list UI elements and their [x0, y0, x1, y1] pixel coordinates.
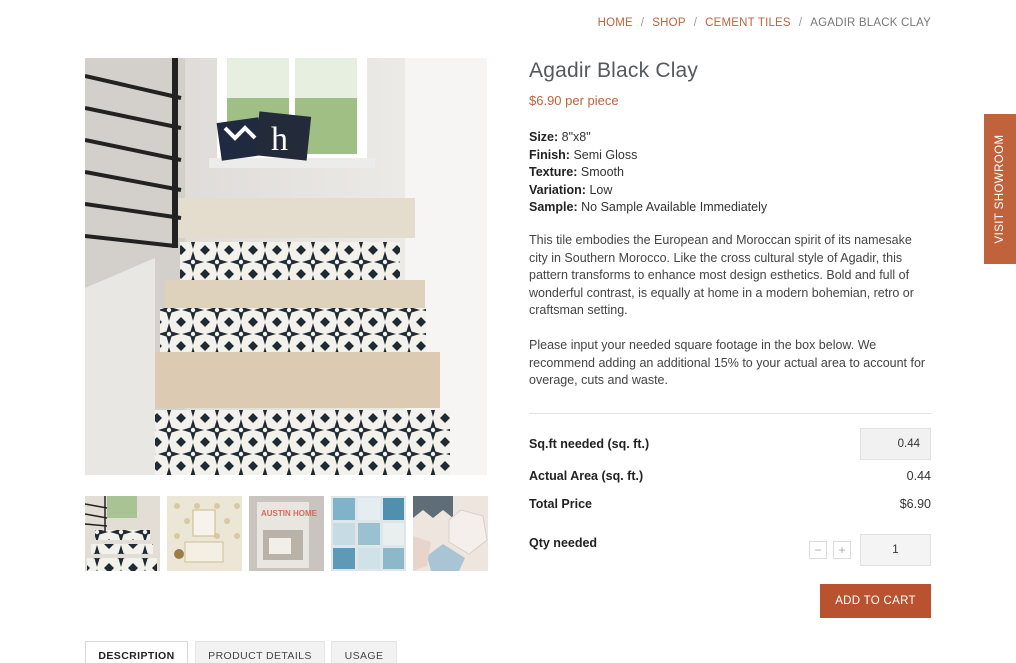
qty-increment-button[interactable]: + [833, 541, 851, 559]
thumbnail-tile-samples[interactable] [331, 496, 406, 571]
spec-variation: Variation: Low [529, 182, 613, 197]
staircase-illustration: h [85, 58, 487, 475]
spec-finish: Finish: Semi Gloss [529, 147, 638, 162]
tab-usage[interactable]: USAGE [331, 641, 397, 663]
thumbnail-hex-tiles[interactable] [413, 496, 488, 571]
thumbnail-magazine[interactable]: AUSTIN HOME [249, 496, 324, 571]
breadcrumb-shop[interactable]: SHOP [652, 17, 685, 29]
spec-size: Size: 8"x8" [529, 130, 591, 144]
thumbnail-bathroom[interactable] [167, 496, 242, 571]
divider [529, 413, 931, 414]
breadcrumb-cement-tiles[interactable]: CEMENT TILES [705, 17, 791, 29]
spec-sample: Sample: No Sample Available Immediately [529, 200, 768, 215]
visit-showroom-label: VISIT SHOWROOM [994, 134, 1006, 244]
product-main-image[interactable]: h [85, 58, 487, 475]
spec-texture: Texture: Smooth [529, 165, 624, 180]
qty-input[interactable]: 1 [860, 534, 931, 566]
actual-area-label: Actual Area (sq. ft.) [529, 469, 644, 483]
product-specs: Size: 8"x8" Finish: Semi Gloss Texture: … [529, 129, 931, 217]
product-info: Agadir Black Clay $6.90 per piece Size: … [529, 58, 931, 390]
breadcrumb-current: AGADIR BLACK CLAY [810, 17, 931, 29]
actual-area-value: 0.44 [906, 469, 931, 483]
total-price-label: Total Price [529, 497, 592, 511]
sqft-label: Sq.ft needed (sq. ft.) [529, 437, 650, 451]
thumbnail-staircase[interactable] [85, 496, 160, 571]
sqft-input[interactable]: 0.44 [860, 428, 931, 460]
product-price: $6.90 per piece [529, 93, 619, 108]
qty-decrement-button[interactable]: − [809, 541, 827, 559]
tab-description[interactable]: DESCRIPTION [85, 641, 188, 663]
sqft-instructions: Please input your needed square footage … [529, 337, 926, 388]
thumbnail-strip: AUSTIN HOME [85, 496, 488, 571]
total-price-value: $6.90 [899, 497, 931, 511]
product-description: This tile embodies the European and Moro… [529, 232, 914, 318]
product-title: Agadir Black Clay [529, 59, 699, 82]
svg-text:AUSTIN HOME: AUSTIN HOME [261, 509, 318, 518]
breadcrumb-home[interactable]: HOME [598, 17, 633, 29]
tab-product-details[interactable]: PRODUCT DETAILS [195, 641, 325, 663]
qty-label: Qty needed [529, 536, 598, 550]
breadcrumb: HOME / SHOP / CEMENT TILES / AGADIR BLACK CLAY [597, 17, 931, 29]
svg-text:h: h [271, 121, 288, 158]
visit-showroom-tab[interactable]: VISIT SHOWROOM [984, 114, 1016, 264]
add-to-cart-button[interactable]: ADD TO CART [820, 584, 931, 618]
